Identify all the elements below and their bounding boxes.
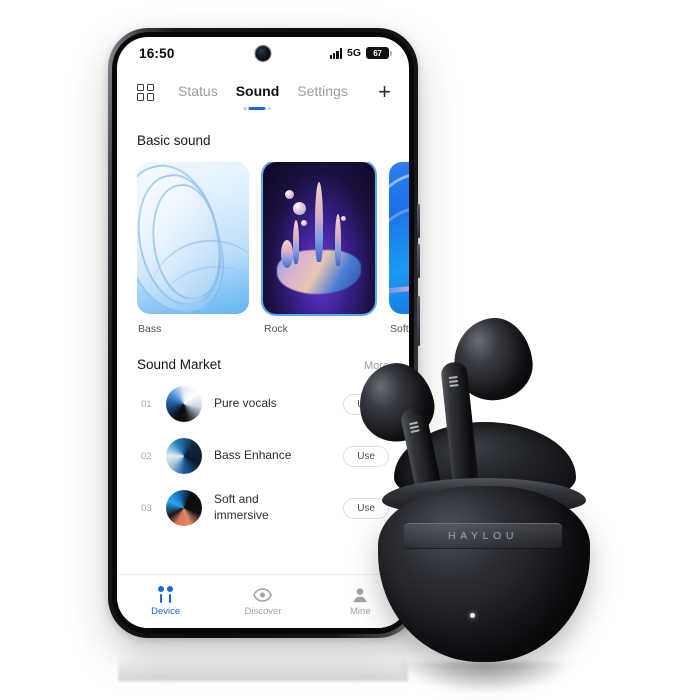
- signal-bars-icon: [329, 47, 342, 59]
- tab-settings[interactable]: Settings: [297, 83, 348, 101]
- preset-card-rock[interactable]: Rock: [263, 162, 375, 335]
- earbud-right-mic-grille: [448, 376, 459, 387]
- volume-down-button[interactable]: [417, 244, 420, 278]
- active-tab-indicator: [243, 106, 271, 110]
- preset-card-bass[interactable]: Bass: [137, 162, 249, 335]
- tab-status-label: Status: [178, 83, 218, 99]
- screenshot-stage: 16:50 5G 67 Status Sound Settings + Basi…: [0, 0, 700, 700]
- grid-menu-icon[interactable]: [137, 83, 154, 101]
- status-time: 16:50: [139, 45, 175, 61]
- market-item-thumbnail: [166, 438, 202, 474]
- market-item-index: 02: [141, 450, 152, 462]
- market-item-name: Bass Enhance: [214, 448, 292, 463]
- add-device-button[interactable]: +: [378, 81, 391, 103]
- charging-case-body: [378, 486, 590, 662]
- preset-card-soft[interactable]: Soft: [389, 162, 409, 335]
- market-item-thumbnail: [166, 490, 202, 526]
- network-type-label: 5G: [346, 47, 361, 59]
- charging-case-led-indicator: [470, 613, 475, 618]
- tab-status[interactable]: Status: [178, 83, 218, 101]
- brand-plate: HAYLOU: [404, 523, 562, 549]
- tab-strip: Status Sound Settings: [178, 83, 348, 110]
- preset-artwork-soft: [389, 162, 409, 314]
- eye-icon: [253, 586, 273, 603]
- battery-level-text: 67: [373, 48, 382, 58]
- earbuds-reflection: [398, 662, 574, 692]
- basic-sound-title: Basic sound: [137, 133, 211, 148]
- status-indicators: 5G 67: [329, 47, 392, 59]
- market-item-name: Soft and immersive: [214, 492, 269, 522]
- tab-settings-label: Settings: [297, 83, 348, 99]
- preset-label-bass: Bass: [138, 323, 162, 335]
- brand-name: HAYLOU: [448, 530, 518, 542]
- preset-artwork-rock: [263, 162, 375, 314]
- bottom-nav-item-device[interactable]: Device: [117, 586, 214, 617]
- volume-up-button[interactable]: [417, 204, 420, 238]
- market-item-index: 01: [141, 398, 152, 410]
- earbuds-icon: [158, 586, 174, 603]
- tab-sound-label: Sound: [235, 83, 280, 99]
- tab-sound[interactable]: Sound: [235, 83, 280, 110]
- sound-market-title: Sound Market: [137, 357, 222, 372]
- market-item-thumbnail: [166, 386, 202, 422]
- bottom-nav-label-discover: Discover: [244, 606, 282, 617]
- preset-artwork-bass: [137, 162, 249, 314]
- front-camera-punch-hole-icon: [255, 46, 271, 61]
- basic-sound-section: Basic sound Bass Rock Soft: [117, 133, 409, 335]
- market-item-name: Pure vocals: [214, 396, 277, 411]
- bottom-nav-label-device: Device: [151, 606, 181, 617]
- battery-icon: 67: [366, 47, 392, 59]
- bottom-nav-item-discover[interactable]: Discover: [214, 586, 311, 617]
- sound-preset-carousel[interactable]: Bass Rock Soft: [117, 162, 409, 335]
- earbuds-product-photo: HAYLOU: [352, 314, 642, 692]
- status-bar: 16:50 5G 67: [117, 37, 409, 69]
- earbud-left-mic-grille: [408, 421, 420, 434]
- market-item-index: 03: [141, 502, 152, 514]
- top-navigation-bar: Status Sound Settings +: [117, 69, 409, 115]
